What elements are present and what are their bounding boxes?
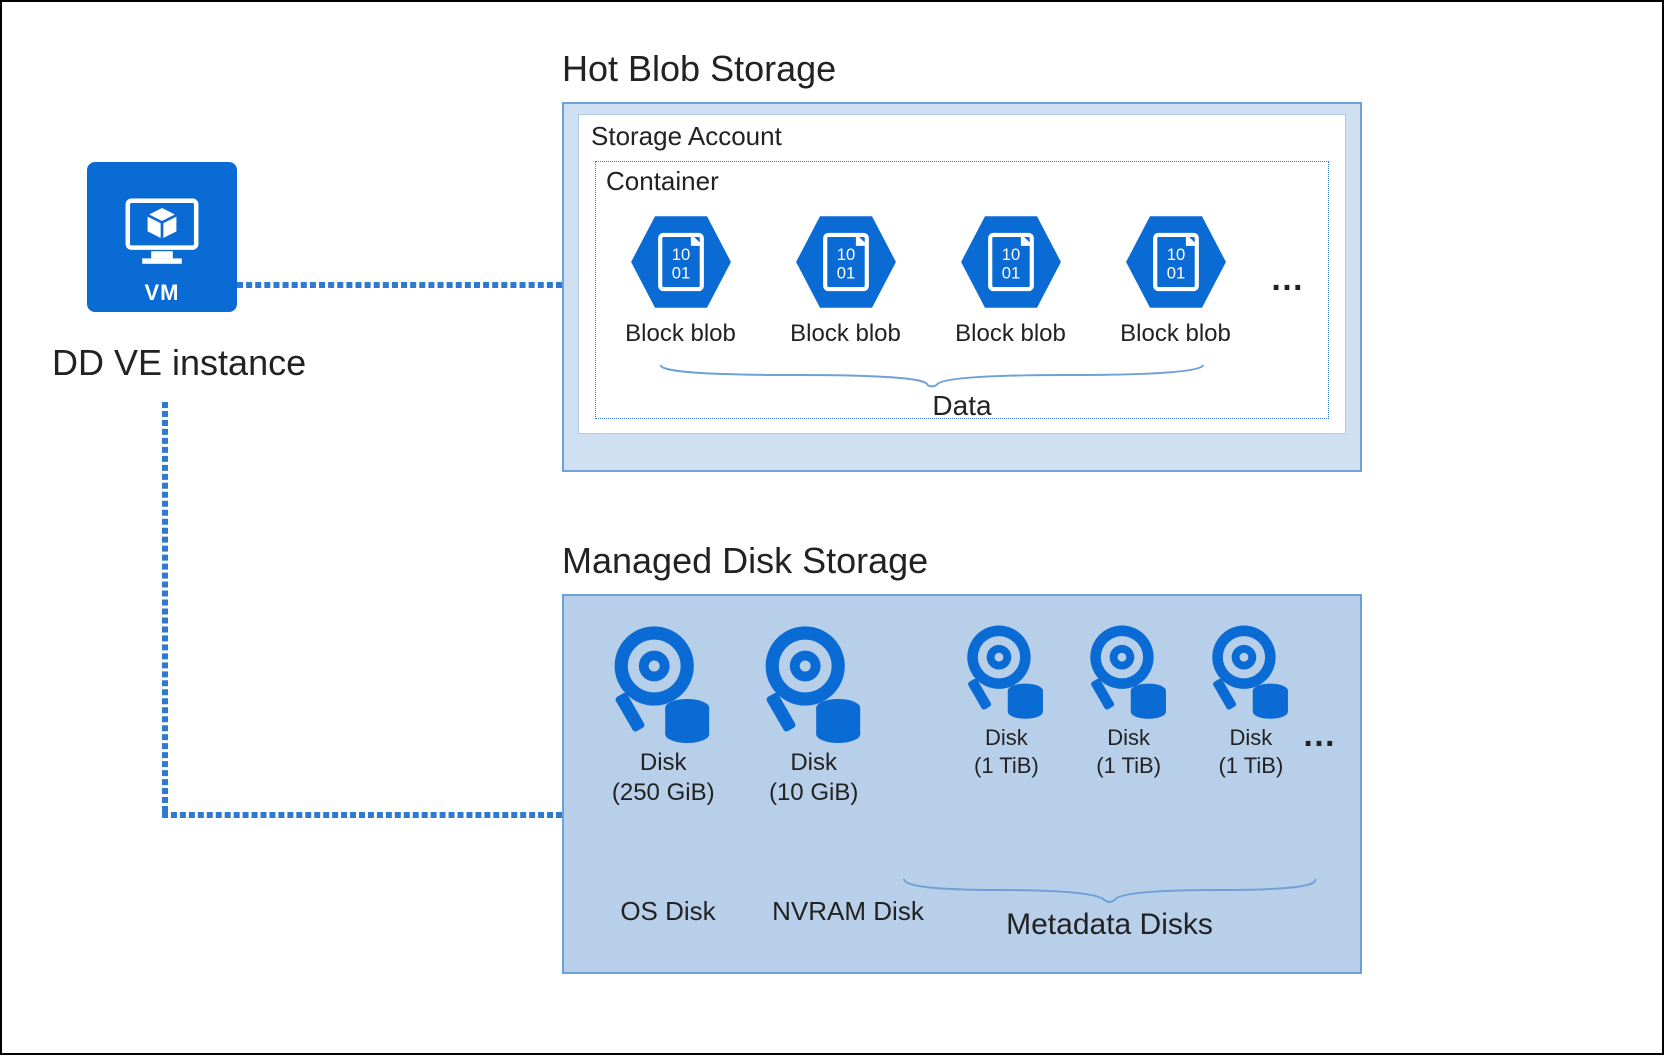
metadata-group-label: Metadata Disks [899, 908, 1320, 942]
container-box: Container 10 01 Bl [595, 161, 1329, 419]
block-blob-label: Block blob [625, 320, 736, 348]
metadata-disk-label: Disk (1 TiB) [1096, 724, 1161, 779]
block-blob-label: Block blob [790, 320, 901, 348]
svg-text:10: 10 [836, 245, 855, 264]
diagram-canvas: VM DD VE instance Hot Blob Storage Stora… [0, 0, 1664, 1055]
svg-text:10: 10 [1166, 245, 1185, 264]
storage-account-label: Storage Account [591, 121, 782, 152]
disk-icon [962, 622, 1050, 718]
metadata-disk-label: Disk (1 TiB) [1218, 724, 1283, 779]
hot-blob-panel: Storage Account Container 10 01 [562, 102, 1362, 472]
disk-icon [608, 622, 718, 742]
disk-row: Disk (250 GiB) [588, 622, 1336, 808]
disk-icon [1085, 622, 1173, 718]
block-blob-item: 10 01 Block blob [620, 210, 741, 348]
hexagon-binary-icon: 10 01 [629, 210, 733, 314]
ellipsis-icon: … [1302, 716, 1336, 755]
hexagon-binary-icon: 10 01 [794, 210, 898, 314]
vm-caption: VM [145, 280, 180, 306]
hexagon-binary-icon: 10 01 [959, 210, 1063, 314]
block-blob-item: 10 01 Block blob [1115, 210, 1236, 348]
block-blob-label: Block blob [955, 320, 1066, 348]
data-group-label: Data [596, 390, 1328, 422]
managed-disk-title: Managed Disk Storage [562, 540, 928, 582]
hot-blob-title: Hot Blob Storage [562, 48, 836, 90]
block-blob-label: Block blob [1120, 320, 1231, 348]
disk-role-row: OS Disk NVRAM Disk [588, 896, 928, 927]
vm-instance-label: DD VE instance [52, 342, 306, 384]
metadata-disk-item: Disk (1 TiB) [1190, 622, 1312, 779]
connector-vm-to-disk [162, 812, 562, 818]
hexagon-binary-icon: 10 01 [1124, 210, 1228, 314]
metadata-disk-item: Disk (1 TiB) [945, 622, 1067, 779]
curly-brace-icon [899, 874, 1320, 906]
metadata-disk-item: Disk (1 TiB) [1068, 622, 1190, 779]
svg-text:01: 01 [1001, 264, 1020, 283]
storage-account-box: Storage Account Container 10 01 [578, 114, 1346, 434]
managed-disk-panel: Disk (250 GiB) [562, 594, 1362, 974]
os-disk-label: Disk (250 GiB) [612, 748, 715, 808]
monitor-cube-icon [117, 190, 207, 280]
block-blob-item: 10 01 Block blob [785, 210, 906, 348]
curly-brace-icon [656, 360, 1208, 390]
svg-text:01: 01 [1166, 264, 1185, 283]
svg-text:01: 01 [836, 264, 855, 283]
disk-icon [1207, 622, 1295, 718]
svg-text:01: 01 [671, 264, 690, 283]
container-label: Container [606, 166, 719, 197]
nvram-disk-label: Disk (10 GiB) [769, 748, 858, 808]
svg-text:10: 10 [1001, 245, 1020, 264]
block-blob-row: 10 01 Block blob 10 [620, 210, 1304, 348]
connector-vm-to-blob [237, 282, 562, 288]
ellipsis-icon: … [1270, 260, 1304, 299]
os-disk-item: Disk (250 GiB) [588, 622, 738, 808]
metadata-disk-label: Disk (1 TiB) [974, 724, 1039, 779]
disk-icon [759, 622, 869, 742]
connector-vm-down [162, 402, 168, 812]
os-disk-role: OS Disk [588, 896, 748, 927]
nvram-disk-item: Disk (10 GiB) [738, 622, 888, 808]
block-blob-item: 10 01 Block blob [950, 210, 1071, 348]
svg-text:10: 10 [671, 245, 690, 264]
vm-icon-box: VM [87, 162, 237, 312]
